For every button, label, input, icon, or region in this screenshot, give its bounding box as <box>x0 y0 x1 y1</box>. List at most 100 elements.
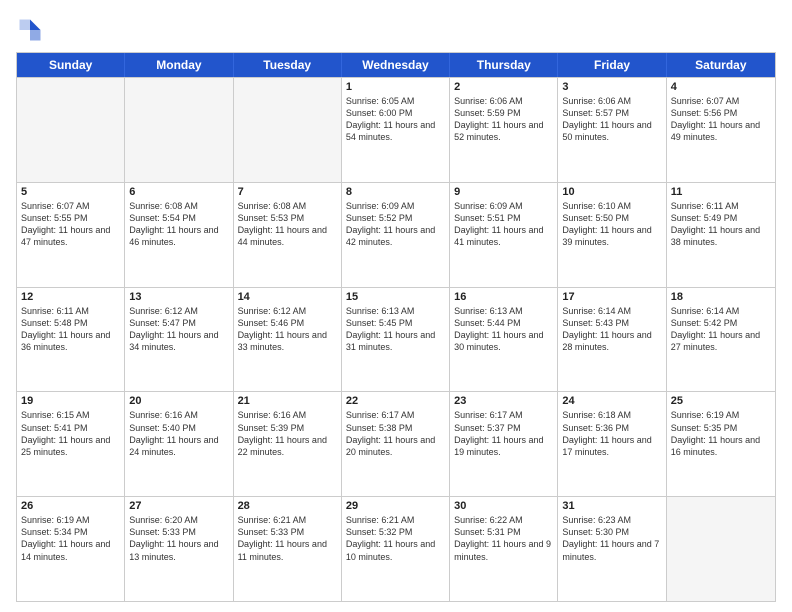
cell-detail: Sunrise: 6:17 AM Sunset: 5:38 PM Dayligh… <box>346 409 445 458</box>
empty-cell <box>125 78 233 182</box>
day-cell-1: 1Sunrise: 6:05 AM Sunset: 6:00 PM Daylig… <box>342 78 450 182</box>
cell-detail: Sunrise: 6:16 AM Sunset: 5:40 PM Dayligh… <box>129 409 228 458</box>
calendar-body: 1Sunrise: 6:05 AM Sunset: 6:00 PM Daylig… <box>17 77 775 601</box>
day-number: 28 <box>238 500 337 512</box>
calendar-row-1: 5 Sunrise: 6:07 AM Sunset: 5:55 PM Daylig… <box>17 182 775 287</box>
calendar-row-4: 26 Sunrise: 6:19 AM Sunset: 5:34 PM Dayli… <box>17 496 775 601</box>
day-number: 10 <box>562 186 661 198</box>
cell-detail: Sunrise: 6:14 AM Sunset: 5:43 PM Dayligh… <box>562 305 661 354</box>
day-cell-22: 22 Sunrise: 6:17 AM Sunset: 5:38 PM Dayli… <box>342 392 450 496</box>
header-cell-wednesday: Wednesday <box>342 53 450 77</box>
day-cell-3: 3 Sunrise: 6:06 AM Sunset: 5:57 PM Daylig… <box>558 78 666 182</box>
day-cell-29: 29 Sunrise: 6:21 AM Sunset: 5:32 PM Dayli… <box>342 497 450 601</box>
header-cell-saturday: Saturday <box>667 53 775 77</box>
calendar-row-0: 1Sunrise: 6:05 AM Sunset: 6:00 PM Daylig… <box>17 77 775 182</box>
cell-detail: Sunrise: 6:20 AM Sunset: 5:33 PM Dayligh… <box>129 514 228 563</box>
day-cell-13: 13Sunrise: 6:12 AM Sunset: 5:47 PM Dayli… <box>125 288 233 392</box>
calendar-page: SundayMondayTuesdayWednesdayThursdayFrid… <box>0 0 792 612</box>
day-cell-31: 31 Sunrise: 6:23 AM Sunset: 5:30 PM Dayli… <box>558 497 666 601</box>
day-cell-2: 2 Sunrise: 6:06 AM Sunset: 5:59 PM Daylig… <box>450 78 558 182</box>
cell-detail: Sunrise: 6:12 AM Sunset: 5:47 PM Dayligh… <box>129 305 228 354</box>
cell-detail: Sunrise: 6:19 AM Sunset: 5:35 PM Dayligh… <box>671 409 771 458</box>
day-number: 3 <box>562 81 661 93</box>
day-cell-14: 14Sunrise: 6:12 AM Sunset: 5:46 PM Dayli… <box>234 288 342 392</box>
day-number: 15 <box>346 291 445 303</box>
calendar: SundayMondayTuesdayWednesdayThursdayFrid… <box>16 52 776 602</box>
day-cell-25: 25 Sunrise: 6:19 AM Sunset: 5:35 PM Dayli… <box>667 392 775 496</box>
day-cell-5: 5 Sunrise: 6:07 AM Sunset: 5:55 PM Daylig… <box>17 183 125 287</box>
cell-detail: Sunrise: 6:10 AM Sunset: 5:50 PM Dayligh… <box>562 200 661 249</box>
day-cell-7: 7 Sunrise: 6:08 AM Sunset: 5:53 PM Daylig… <box>234 183 342 287</box>
cell-detail: Sunrise: 6:21 AM Sunset: 5:33 PM Dayligh… <box>238 514 337 563</box>
day-number: 2 <box>454 81 553 93</box>
cell-detail: Sunrise: 6:12 AM Sunset: 5:46 PM Dayligh… <box>238 305 337 354</box>
header-cell-tuesday: Tuesday <box>234 53 342 77</box>
day-cell-19: 19Sunrise: 6:15 AM Sunset: 5:41 PM Dayli… <box>17 392 125 496</box>
day-number: 1 <box>346 81 445 93</box>
header-cell-sunday: Sunday <box>17 53 125 77</box>
day-number: 12 <box>21 291 120 303</box>
day-cell-4: 4 Sunrise: 6:07 AM Sunset: 5:56 PM Daylig… <box>667 78 775 182</box>
cell-detail: Sunrise: 6:09 AM Sunset: 5:51 PM Dayligh… <box>454 200 553 249</box>
cell-detail: Sunrise: 6:13 AM Sunset: 5:45 PM Dayligh… <box>346 305 445 354</box>
day-number: 30 <box>454 500 553 512</box>
day-number: 6 <box>129 186 228 198</box>
empty-cell <box>234 78 342 182</box>
day-cell-21: 21 Sunrise: 6:16 AM Sunset: 5:39 PM Dayli… <box>234 392 342 496</box>
day-number: 31 <box>562 500 661 512</box>
cell-detail: Sunrise: 6:07 AM Sunset: 5:55 PM Dayligh… <box>21 200 120 249</box>
cell-detail: Sunrise: 6:06 AM Sunset: 5:59 PM Dayligh… <box>454 95 553 144</box>
day-number: 20 <box>129 395 228 407</box>
logo <box>16 16 48 44</box>
day-number: 4 <box>671 81 771 93</box>
day-cell-27: 27 Sunrise: 6:20 AM Sunset: 5:33 PM Dayli… <box>125 497 233 601</box>
cell-detail: Sunrise: 6:18 AM Sunset: 5:36 PM Dayligh… <box>562 409 661 458</box>
cell-detail: Sunrise: 6:11 AM Sunset: 5:49 PM Dayligh… <box>671 200 771 249</box>
cell-detail: Sunrise: 6:19 AM Sunset: 5:34 PM Dayligh… <box>21 514 120 563</box>
day-number: 22 <box>346 395 445 407</box>
day-cell-16: 16Sunrise: 6:13 AM Sunset: 5:44 PM Dayli… <box>450 288 558 392</box>
day-number: 26 <box>21 500 120 512</box>
header-cell-thursday: Thursday <box>450 53 558 77</box>
cell-detail: Sunrise: 6:17 AM Sunset: 5:37 PM Dayligh… <box>454 409 553 458</box>
cell-detail: Sunrise: 6:16 AM Sunset: 5:39 PM Dayligh… <box>238 409 337 458</box>
cell-detail: Sunrise: 6:09 AM Sunset: 5:52 PM Dayligh… <box>346 200 445 249</box>
logo-icon <box>16 16 44 44</box>
day-number: 27 <box>129 500 228 512</box>
cell-detail: Sunrise: 6:11 AM Sunset: 5:48 PM Dayligh… <box>21 305 120 354</box>
day-cell-11: 11Sunrise: 6:11 AM Sunset: 5:49 PM Dayli… <box>667 183 775 287</box>
day-cell-28: 28 Sunrise: 6:21 AM Sunset: 5:33 PM Dayli… <box>234 497 342 601</box>
cell-detail: Sunrise: 6:08 AM Sunset: 5:54 PM Dayligh… <box>129 200 228 249</box>
day-cell-8: 8 Sunrise: 6:09 AM Sunset: 5:52 PM Daylig… <box>342 183 450 287</box>
day-cell-23: 23 Sunrise: 6:17 AM Sunset: 5:37 PM Dayli… <box>450 392 558 496</box>
day-number: 8 <box>346 186 445 198</box>
day-cell-17: 17 Sunrise: 6:14 AM Sunset: 5:43 PM Dayli… <box>558 288 666 392</box>
calendar-row-3: 19Sunrise: 6:15 AM Sunset: 5:41 PM Dayli… <box>17 391 775 496</box>
day-cell-26: 26 Sunrise: 6:19 AM Sunset: 5:34 PM Dayli… <box>17 497 125 601</box>
day-cell-15: 15 Sunrise: 6:13 AM Sunset: 5:45 PM Dayli… <box>342 288 450 392</box>
day-cell-10: 10 Sunrise: 6:10 AM Sunset: 5:50 PM Dayli… <box>558 183 666 287</box>
day-number: 23 <box>454 395 553 407</box>
cell-detail: Sunrise: 6:08 AM Sunset: 5:53 PM Dayligh… <box>238 200 337 249</box>
cell-detail: Sunrise: 6:21 AM Sunset: 5:32 PM Dayligh… <box>346 514 445 563</box>
day-cell-18: 18Sunrise: 6:14 AM Sunset: 5:42 PM Dayli… <box>667 288 775 392</box>
day-number: 21 <box>238 395 337 407</box>
day-number: 17 <box>562 291 661 303</box>
day-number: 9 <box>454 186 553 198</box>
cell-detail: Sunrise: 6:23 AM Sunset: 5:30 PM Dayligh… <box>562 514 661 563</box>
calendar-row-2: 12 Sunrise: 6:11 AM Sunset: 5:48 PM Dayli… <box>17 287 775 392</box>
day-number: 24 <box>562 395 661 407</box>
cell-detail: Sunrise: 6:13 AM Sunset: 5:44 PM Dayligh… <box>454 305 553 354</box>
day-cell-30: 30Sunrise: 6:22 AM Sunset: 5:31 PM Dayli… <box>450 497 558 601</box>
day-number: 19 <box>21 395 120 407</box>
day-number: 5 <box>21 186 120 198</box>
day-number: 29 <box>346 500 445 512</box>
header-cell-friday: Friday <box>558 53 666 77</box>
day-number: 25 <box>671 395 771 407</box>
header-cell-monday: Monday <box>125 53 233 77</box>
cell-detail: Sunrise: 6:07 AM Sunset: 5:56 PM Dayligh… <box>671 95 771 144</box>
cell-detail: Sunrise: 6:06 AM Sunset: 5:57 PM Dayligh… <box>562 95 661 144</box>
header <box>16 16 776 44</box>
day-number: 7 <box>238 186 337 198</box>
day-cell-20: 20 Sunrise: 6:16 AM Sunset: 5:40 PM Dayli… <box>125 392 233 496</box>
